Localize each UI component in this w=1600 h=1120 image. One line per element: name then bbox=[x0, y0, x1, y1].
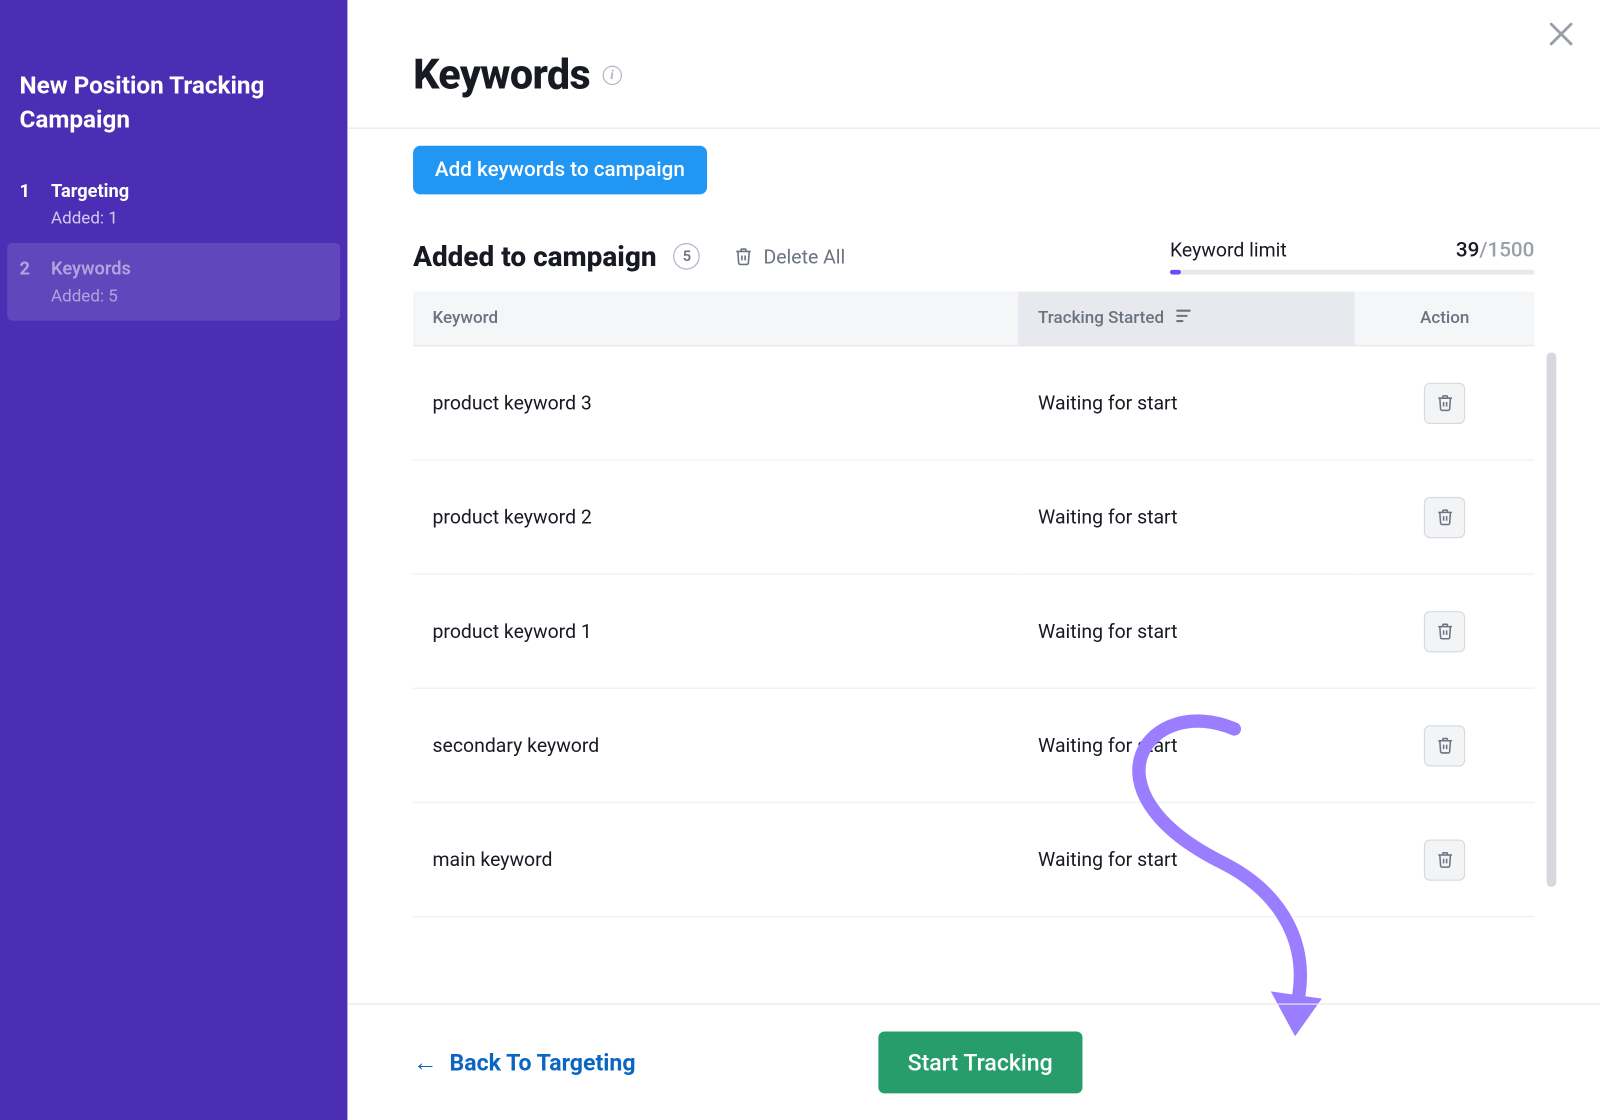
step-subtext: Added: 1 bbox=[51, 209, 129, 228]
limit-values: 39/1500 bbox=[1456, 238, 1535, 262]
sidebar: New Position Tracking Campaign 1 Targeti… bbox=[0, 0, 347, 1120]
trash-icon bbox=[734, 247, 753, 266]
scrollbar-thumb[interactable] bbox=[1547, 352, 1557, 887]
info-icon[interactable]: i bbox=[602, 66, 621, 85]
back-to-targeting-link[interactable]: ← Back To Targeting bbox=[413, 1047, 635, 1077]
delete-row-button[interactable] bbox=[1424, 611, 1465, 652]
table-row: product keyword 3Waiting for start bbox=[413, 346, 1534, 460]
cell-keyword: product keyword 3 bbox=[413, 346, 1019, 460]
delete-row-button[interactable] bbox=[1424, 839, 1465, 880]
table-row: main keywordWaiting for start bbox=[413, 803, 1534, 917]
wizard-steps: 1 Targeting Added: 1 2 Keywords Added: 5 bbox=[0, 165, 347, 321]
keywords-table: Keyword Tracking Started Action product … bbox=[413, 292, 1534, 918]
cell-tracking-status: Waiting for start bbox=[1019, 460, 1355, 574]
step-subtext: Added: 5 bbox=[51, 287, 131, 306]
cell-tracking-status: Waiting for start bbox=[1019, 574, 1355, 688]
keywords-table-wrap: Keyword Tracking Started Action product … bbox=[413, 292, 1534, 918]
sidebar-title: New Position Tracking Campaign bbox=[0, 0, 347, 165]
limit-label: Keyword limit bbox=[1170, 238, 1287, 261]
cell-keyword: secondary keyword bbox=[413, 689, 1019, 803]
cell-action bbox=[1355, 346, 1534, 460]
start-tracking-button[interactable]: Start Tracking bbox=[878, 1031, 1081, 1093]
cell-keyword: product keyword 2 bbox=[413, 460, 1019, 574]
step-number: 2 bbox=[19, 258, 34, 280]
cell-tracking-status: Waiting for start bbox=[1019, 689, 1355, 803]
col-header-action: Action bbox=[1355, 292, 1534, 346]
cell-action bbox=[1355, 803, 1534, 917]
step-name: Keywords bbox=[51, 258, 131, 280]
close-icon[interactable] bbox=[1544, 17, 1578, 51]
main-panel: Keywords i Add keywords to campaign Adde… bbox=[347, 0, 1600, 1120]
back-label: Back To Targeting bbox=[450, 1048, 636, 1076]
delete-row-button[interactable] bbox=[1424, 497, 1465, 538]
table-row: product keyword 2Waiting for start bbox=[413, 460, 1534, 574]
cell-action bbox=[1355, 574, 1534, 688]
delete-all-label: Delete All bbox=[763, 245, 845, 268]
cell-tracking-status: Waiting for start bbox=[1019, 346, 1355, 460]
arrow-left-icon: ← bbox=[413, 1047, 437, 1077]
limit-used: 39 bbox=[1456, 238, 1479, 262]
cell-tracking-status: Waiting for start bbox=[1019, 803, 1355, 917]
added-count-badge: 5 bbox=[674, 243, 701, 270]
step-number: 1 bbox=[19, 180, 34, 202]
delete-row-button[interactable] bbox=[1424, 725, 1465, 766]
footer: ← Back To Targeting Start Tracking bbox=[347, 1004, 1600, 1120]
step-name: Targeting bbox=[51, 180, 129, 202]
cell-keyword: product keyword 1 bbox=[413, 574, 1019, 688]
table-row: product keyword 1Waiting for start bbox=[413, 574, 1534, 688]
limit-progress-bar bbox=[1170, 270, 1534, 275]
col-header-keyword[interactable]: Keyword bbox=[413, 292, 1019, 346]
sort-desc-icon bbox=[1176, 309, 1193, 328]
table-row: secondary keywordWaiting for start bbox=[413, 689, 1534, 803]
delete-all-button[interactable]: Delete All bbox=[734, 245, 845, 268]
cell-action bbox=[1355, 460, 1534, 574]
added-title: Added to campaign bbox=[413, 240, 657, 273]
delete-row-button[interactable] bbox=[1424, 382, 1465, 423]
cell-action bbox=[1355, 689, 1534, 803]
keyword-limit: Keyword limit 39/1500 bbox=[1170, 238, 1534, 274]
cell-keyword: main keyword bbox=[413, 803, 1019, 917]
page-title: Keywords bbox=[413, 51, 590, 100]
col-header-tracking[interactable]: Tracking Started bbox=[1019, 292, 1355, 346]
step-keywords[interactable]: 2 Keywords Added: 5 bbox=[7, 243, 340, 321]
add-keywords-button[interactable]: Add keywords to campaign bbox=[413, 146, 707, 195]
step-targeting[interactable]: 1 Targeting Added: 1 bbox=[0, 165, 347, 243]
